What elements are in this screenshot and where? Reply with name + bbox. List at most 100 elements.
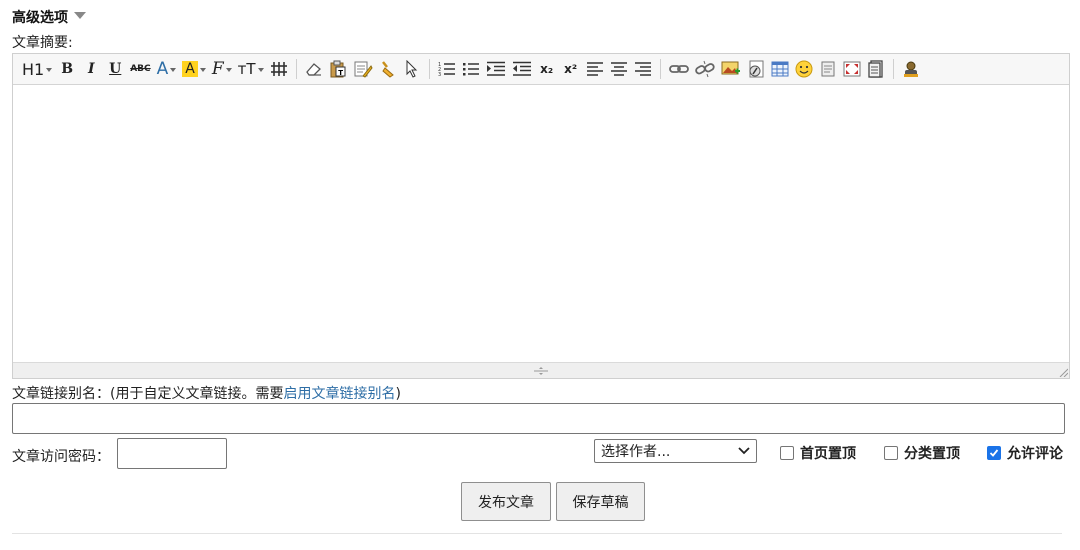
insert-user-button[interactable] xyxy=(899,57,923,81)
italic-button[interactable]: I xyxy=(79,57,103,81)
align-left-icon xyxy=(586,62,603,76)
author-select[interactable]: 选择作者... xyxy=(594,439,757,463)
heading-label: H1 xyxy=(22,59,45,79)
outdent-button[interactable] xyxy=(509,57,535,81)
strikethrough-label: ABC xyxy=(130,64,151,74)
background-color-dropdown[interactable]: A xyxy=(179,57,209,81)
smiley-icon xyxy=(795,60,813,78)
subscript-label: x₂ xyxy=(540,62,554,76)
category-top-label: 分类置顶 xyxy=(904,446,960,462)
subscript-button[interactable]: x₂ xyxy=(535,57,559,81)
password-input[interactable] xyxy=(117,438,227,469)
resize-grip-icon xyxy=(534,367,548,375)
unlink-icon xyxy=(694,60,715,78)
insert-link-button[interactable] xyxy=(666,57,692,81)
align-center-icon xyxy=(610,62,627,76)
outdent-icon xyxy=(512,61,531,76)
heading-dropdown[interactable]: H1 xyxy=(19,57,55,81)
superscript-label: x² xyxy=(564,62,578,76)
svg-text:T: T xyxy=(338,69,343,77)
toolbar-separator xyxy=(892,59,894,79)
paste-word-button[interactable] xyxy=(350,57,376,81)
ordered-list-icon: 123 xyxy=(438,62,455,77)
publish-button[interactable]: 发布文章 xyxy=(461,482,551,521)
editor-resize-bar[interactable] xyxy=(13,362,1069,378)
link-icon xyxy=(668,65,689,73)
code-icon xyxy=(821,61,835,77)
format-painter-icon xyxy=(381,61,394,78)
paste-word-icon xyxy=(354,61,373,78)
fullscreen-icon xyxy=(843,61,861,77)
underline-button[interactable]: U xyxy=(103,57,127,81)
insert-image-button[interactable] xyxy=(718,57,744,81)
home-top-checkbox-box[interactable] xyxy=(780,446,794,460)
strikethrough-button[interactable]: ABC xyxy=(127,57,153,81)
format-painter-button[interactable] xyxy=(376,57,400,81)
divider xyxy=(12,533,1062,534)
indent-button[interactable] xyxy=(483,57,509,81)
align-center-button[interactable] xyxy=(607,57,631,81)
category-top-checkbox-box[interactable] xyxy=(884,446,898,460)
insert-code-button[interactable] xyxy=(816,57,840,81)
align-left-button[interactable] xyxy=(583,57,607,81)
font-color-dropdown[interactable]: A xyxy=(154,57,180,81)
password-label: 文章访问密码： xyxy=(12,449,110,465)
toolbar-separator xyxy=(659,59,661,79)
insert-emoticon-button[interactable] xyxy=(792,57,816,81)
advanced-options-title: 高级选项 xyxy=(12,10,68,26)
home-top-checkbox[interactable]: 首页置顶 xyxy=(780,443,856,463)
eraser-icon xyxy=(305,63,321,76)
bold-label: B xyxy=(61,61,74,77)
paste-icon: T xyxy=(330,60,346,78)
dropdown-arrow-icon xyxy=(225,68,232,72)
select-all-button[interactable] xyxy=(400,57,424,81)
document-icon xyxy=(867,60,883,78)
font-family-dropdown[interactable]: F xyxy=(209,57,235,81)
save-draft-button[interactable]: 保存草稿 xyxy=(556,482,645,521)
check-icon xyxy=(989,449,999,457)
unlink-button[interactable] xyxy=(692,57,718,81)
author-select-value: 选择作者... xyxy=(601,444,671,460)
caret-down-icon xyxy=(74,11,86,19)
resize-corner-icon[interactable] xyxy=(1058,367,1068,377)
allow-comment-label: 允许评论 xyxy=(1007,446,1063,462)
unordered-list-icon xyxy=(462,63,479,76)
user-icon xyxy=(903,61,918,77)
editor-toolbar: H1 B I U ABC A A F тT T 1 2 3 x₂ x² xyxy=(13,54,1069,85)
ordered-list-button[interactable]: 123 xyxy=(435,57,459,81)
allow-comment-checkbox-box[interactable] xyxy=(987,446,1001,460)
font-family-label: F xyxy=(211,59,224,79)
summary-edit-area[interactable] xyxy=(13,85,1069,362)
toolbar-separator xyxy=(428,59,430,79)
paste-text-button[interactable]: T xyxy=(326,57,350,81)
page-break-button[interactable] xyxy=(864,57,888,81)
slug-input[interactable] xyxy=(12,403,1065,434)
chevron-down-icon xyxy=(738,447,750,455)
indent-icon xyxy=(486,61,505,76)
unordered-list-button[interactable] xyxy=(459,57,483,81)
bold-button[interactable]: B xyxy=(55,57,79,81)
advanced-options-toggle[interactable]: 高级选项 xyxy=(12,7,86,27)
align-right-button[interactable] xyxy=(631,57,655,81)
slug-label-suffix: ) xyxy=(395,386,401,402)
insert-table-button[interactable] xyxy=(768,57,792,81)
eraser-button[interactable] xyxy=(302,57,326,81)
dropdown-arrow-icon xyxy=(170,68,177,72)
underline-label: U xyxy=(109,61,122,77)
table-icon xyxy=(771,61,789,77)
enable-slug-link[interactable]: 启用文章链接别名 xyxy=(283,386,395,402)
allow-comment-checkbox[interactable]: 允许评论 xyxy=(987,443,1063,463)
italic-label: I xyxy=(87,61,95,77)
superscript-button[interactable]: x² xyxy=(559,57,583,81)
fullscreen-button[interactable] xyxy=(840,57,864,81)
summary-label: 文章摘要: xyxy=(12,35,73,51)
insert-media-button[interactable] xyxy=(744,57,768,81)
font-size-dropdown[interactable]: тT xyxy=(235,57,267,81)
slug-label-prefix: 文章链接别名：(用于自定义文章链接。需要 xyxy=(12,386,284,402)
category-top-checkbox[interactable]: 分类置顶 xyxy=(884,443,960,463)
rich-text-editor: H1 B I U ABC A A F тT T 1 2 3 x₂ x² xyxy=(12,53,1070,379)
line-height-button[interactable] xyxy=(267,57,291,81)
slug-label: 文章链接别名：(用于自定义文章链接。需要启用文章链接别名) xyxy=(12,383,401,403)
image-icon xyxy=(721,61,740,75)
svg-text:3: 3 xyxy=(438,72,441,77)
